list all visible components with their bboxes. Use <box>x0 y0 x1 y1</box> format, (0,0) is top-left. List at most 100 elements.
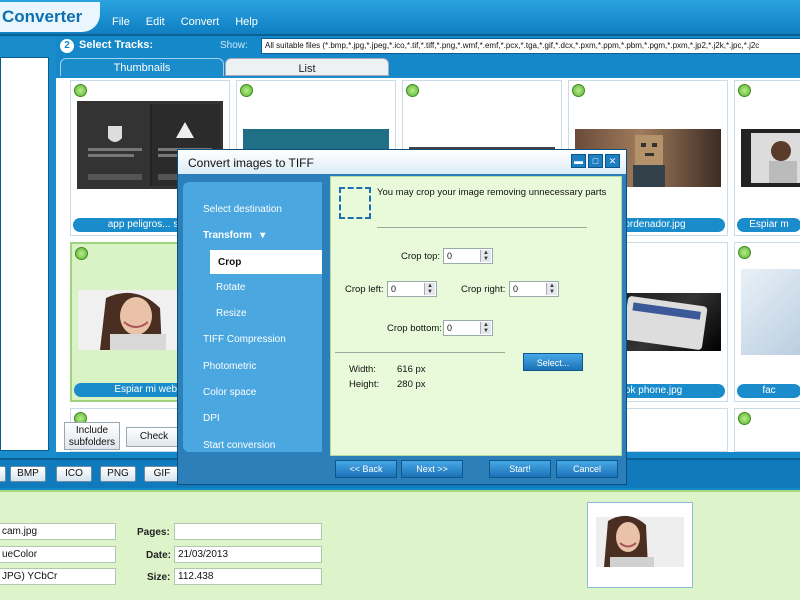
tab-thumbnails[interactable]: Thumbnails <box>60 58 224 76</box>
nav-photometric[interactable]: Photometric <box>203 361 256 372</box>
crop-left-value: 0 <box>391 284 397 294</box>
spin-arrows-icon[interactable]: ▲ ▼ <box>480 250 491 262</box>
crop-top-label: Crop top: <box>401 251 441 262</box>
pages-field <box>174 523 322 540</box>
cancel-button[interactable]: Cancel <box>556 460 618 478</box>
wizard-step-nav: Select destination Transform ▾ Crop Rota… <box>183 182 322 452</box>
date-field: 21/03/2013 <box>174 546 322 563</box>
spin-arrows-icon[interactable]: ▲ ▼ <box>424 283 435 295</box>
separator <box>377 227 587 228</box>
crop-left-stepper[interactable]: 0 ▲ ▼ <box>387 281 437 297</box>
film-strip-icon <box>751 133 800 183</box>
crop-settings-panel: You may crop your image removing unneces… <box>330 176 622 456</box>
nav-tiff-compression[interactable]: TIFF Compression <box>203 334 286 345</box>
include-subfolders-button[interactable]: Include subfolders <box>64 422 120 450</box>
nav-dpi[interactable]: DPI <box>203 413 220 424</box>
dialog-body: Select destination Transform ▾ Crop Rota… <box>182 176 622 456</box>
tab-list[interactable]: List <box>225 58 389 76</box>
dialog-title: Convert images to TIFF <box>188 156 314 170</box>
nav-rotate[interactable]: Rotate <box>216 282 245 293</box>
minimize-icon[interactable]: ▬ <box>571 154 586 168</box>
thumbnail-caption: fac <box>737 384 800 398</box>
radio-icon[interactable] <box>572 84 585 97</box>
menu-edit[interactable]: Edit <box>138 16 173 28</box>
image-preview <box>587 502 693 588</box>
radio-icon[interactable] <box>406 84 419 97</box>
crop-description: You may crop your image removing unneces… <box>377 187 607 198</box>
crop-right-value: 0 <box>513 284 519 294</box>
app-title: Converter <box>0 2 100 32</box>
start-button[interactable]: Start! <box>489 460 551 478</box>
dialog-title-bar: Convert images to TIFF ▬ □ ✕ <box>178 150 626 174</box>
menu-help[interactable]: Help <box>227 16 266 28</box>
spin-arrows-icon[interactable]: ▲ ▼ <box>546 283 557 295</box>
format-bmp-button[interactable]: BMP <box>10 466 46 482</box>
thumbnail-image <box>741 129 800 187</box>
thumbnail-item[interactable]: Espiar m <box>734 80 800 236</box>
crop-left-label: Crop left: <box>345 284 384 295</box>
crop-top-value: 0 <box>447 251 453 261</box>
girl-webcam-preview-icon <box>588 503 692 587</box>
date-label: Date: <box>146 550 172 561</box>
format-ico-button[interactable]: ICO <box>56 466 92 482</box>
folder-tree[interactable] <box>0 57 49 451</box>
menu-convert[interactable]: Convert <box>173 16 228 28</box>
filename-field: cam.jpg <box>0 523 116 540</box>
thumbnail-item[interactable] <box>734 408 800 452</box>
height-label: Height: <box>349 379 380 390</box>
file-info-panel: cam.jpg ueColor JPG) YCbCr Pages: Date: … <box>0 490 800 600</box>
close-icon[interactable]: ✕ <box>605 154 620 168</box>
back-button[interactable]: << Back <box>335 460 397 478</box>
show-label: Show: <box>220 40 248 51</box>
crop-icon <box>339 187 371 219</box>
height-value: 280 px <box>397 379 426 390</box>
folder-panel <box>0 37 56 457</box>
radio-icon[interactable] <box>240 84 253 97</box>
radio-icon[interactable] <box>738 84 751 97</box>
radio-icon[interactable] <box>75 247 88 260</box>
crop-right-label: Crop right: <box>461 284 506 295</box>
chevron-down-icon: ▾ <box>254 230 266 241</box>
width-label: Width: <box>349 364 376 375</box>
menu-file[interactable]: File <box>104 16 138 28</box>
select-button[interactable]: Select... <box>523 353 583 371</box>
thumbnail-item[interactable]: fac <box>734 242 800 402</box>
nav-transform-label: Transform <box>203 230 252 241</box>
compression-field: JPG) YCbCr <box>0 568 116 585</box>
nav-transform[interactable]: Transform ▾ <box>203 230 265 241</box>
thumbnail-caption: Espiar m <box>737 218 800 232</box>
menu-bar: File Edit Convert Help <box>104 16 266 28</box>
next-button[interactable]: Next >> <box>401 460 463 478</box>
nav-resize[interactable]: Resize <box>216 308 247 319</box>
crop-bottom-stepper[interactable]: 0 ▲ ▼ <box>443 320 493 336</box>
convert-dialog: Convert images to TIFF ▬ □ ✕ Select dest… <box>177 149 627 485</box>
step-number-badge: 2 <box>60 39 74 53</box>
radio-icon[interactable] <box>74 84 87 97</box>
nav-start-conversion[interactable]: Start conversion <box>203 440 275 451</box>
crop-top-stepper[interactable]: 0 ▲ ▼ <box>443 248 493 264</box>
width-value: 616 px <box>397 364 426 375</box>
separator <box>335 352 505 353</box>
format-button-partial[interactable] <box>0 466 6 482</box>
radio-icon[interactable] <box>738 246 751 259</box>
size-field: 112.438 <box>174 568 322 585</box>
format-gif-button[interactable]: GIF <box>144 466 180 482</box>
thumbnail-image <box>741 269 800 355</box>
color-mode-field: ueColor <box>0 546 116 563</box>
nav-crop[interactable]: Crop <box>210 250 322 274</box>
maximize-icon[interactable]: □ <box>588 154 603 168</box>
dialog-footer: << Back Next >> Start! Cancel <box>178 458 626 484</box>
pages-label: Pages: <box>137 527 170 538</box>
crop-bottom-value: 0 <box>447 323 453 333</box>
file-filter-select[interactable]: All suitable files (*.bmp,*.jpg,*.jpeg,*… <box>261 38 800 54</box>
format-png-button[interactable]: PNG <box>100 466 136 482</box>
crop-right-stepper[interactable]: 0 ▲ ▼ <box>509 281 559 297</box>
spin-arrows-icon[interactable]: ▲ ▼ <box>480 322 491 334</box>
select-tracks-bar: 2 Select Tracks: Show: All suitable file… <box>56 37 800 57</box>
radio-icon[interactable] <box>738 412 751 425</box>
nav-select-destination[interactable]: Select destination <box>203 204 282 215</box>
nav-color-space[interactable]: Color space <box>203 387 256 398</box>
check-button[interactable]: Check <box>126 427 182 447</box>
title-bar: Converter File Edit Convert Help <box>0 0 800 36</box>
size-label: Size: <box>147 572 171 583</box>
